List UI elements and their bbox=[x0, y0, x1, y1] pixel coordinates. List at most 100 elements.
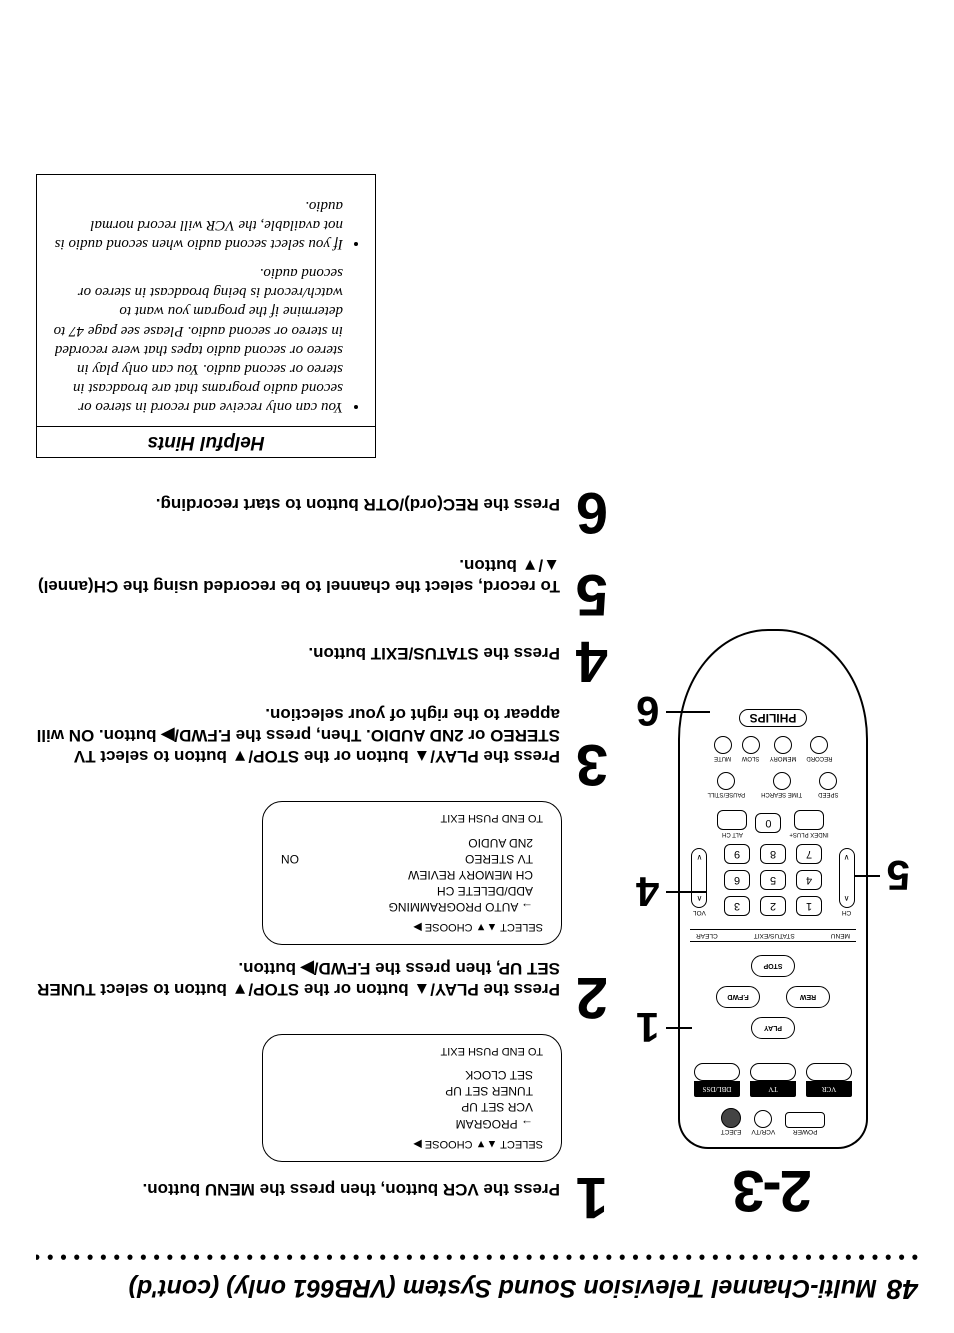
play-button: PLAY bbox=[751, 1017, 795, 1039]
label-slow: SLOW bbox=[742, 755, 760, 761]
tv-button bbox=[750, 1063, 796, 1081]
num-2: 2 bbox=[760, 896, 786, 916]
callout-5: 5 bbox=[887, 851, 910, 899]
label-clear: CLEAR bbox=[696, 932, 718, 939]
osd-item: SET CLOCK bbox=[281, 1067, 533, 1083]
osd-header: SELECT ▲▼ CHOOSE ▶ bbox=[281, 1138, 543, 1151]
label-power: POWER bbox=[793, 1128, 818, 1135]
label-vcr: VCR bbox=[806, 1081, 852, 1097]
chevron-up-icon: ∧ bbox=[696, 894, 702, 903]
divider-dotted: • • • • • • • • • • • • • • • • • • • • … bbox=[36, 1246, 918, 1267]
label-timesearch: TIME SEARCH bbox=[761, 791, 802, 797]
vcrtv-button bbox=[754, 1110, 772, 1128]
osd-menu-2: SELECT ▲▼ CHOOSE ▶ → AUTO PROGRAMMING AD… bbox=[262, 801, 562, 945]
num-5: 5 bbox=[760, 870, 786, 890]
label-tv: TV bbox=[750, 1081, 796, 1097]
osd-item: → AUTO PROGRAMMING bbox=[281, 899, 533, 915]
stop-button: STOP bbox=[751, 955, 795, 977]
chevron-down-icon: ∨ bbox=[844, 853, 850, 862]
osd-footer: TO END PUSH EXIT bbox=[281, 812, 543, 824]
osd-item: → PROGRAM bbox=[281, 1115, 533, 1131]
step-text: Press the PLAY/▲ button or the STOP/▼ bu… bbox=[36, 957, 560, 1000]
callout-4: 4 bbox=[636, 867, 659, 915]
step-4: 4 Press the STATUS/EXIT button. bbox=[36, 637, 608, 683]
content-columns: 2-3 POWER VCR/TV EJECT VCR TV DBL/DSS PL… bbox=[36, 174, 918, 1224]
step-6: 6 Press the REC(ord)/OTR button to start… bbox=[36, 488, 608, 534]
page-title: Multi-Channel Television Sound System (V… bbox=[129, 1273, 877, 1302]
step-text: Press the STATUS/EXIT button. bbox=[308, 642, 560, 663]
num-0: 0 bbox=[755, 814, 781, 834]
chevron-up-icon: ∧ bbox=[844, 894, 850, 903]
memory-button bbox=[774, 736, 792, 754]
hint-item: You can only receive and record in stere… bbox=[51, 263, 343, 417]
vcr-button bbox=[806, 1063, 852, 1081]
osd-item: TUNER SET UP bbox=[281, 1083, 533, 1099]
rew-button: REW bbox=[786, 986, 830, 1008]
helpful-hints-box: Helpful Hints You can only receive and r… bbox=[36, 174, 376, 458]
num-4: 4 bbox=[796, 870, 822, 890]
osd-item: 2ND AUDIO bbox=[468, 834, 533, 850]
callout-1: 1 bbox=[636, 1003, 659, 1051]
page-header: 48 Multi-Channel Television Sound System… bbox=[36, 1273, 918, 1305]
callout-6: 6 bbox=[636, 687, 659, 735]
step-text: Press the REC(ord)/OTR button to start r… bbox=[156, 494, 560, 515]
brand-logo: PHILIPS bbox=[739, 709, 808, 727]
step-2: 2 Press the PLAY/▲ button or the STOP/▼ … bbox=[36, 957, 608, 1020]
altch-button bbox=[717, 810, 747, 830]
label-pausestill: PAUSE/STILL bbox=[708, 791, 746, 797]
label-indexplus: INDEX PLUS+ bbox=[789, 831, 828, 837]
step-number: 4 bbox=[566, 637, 608, 683]
step-1: 1 Press the VCR button, then press the M… bbox=[36, 1174, 608, 1220]
hint-item: If you select second audio when second a… bbox=[51, 195, 343, 253]
keypad: 1 2 3 4 5 6 7 8 9 bbox=[724, 844, 822, 916]
label-speed: SPEED bbox=[818, 791, 838, 797]
page-number: 48 bbox=[887, 1273, 918, 1305]
hints-title: Helpful Hints bbox=[37, 426, 375, 457]
ffwd-button: F.FWD bbox=[716, 986, 760, 1008]
step-text: Press the VCR button, then press the MEN… bbox=[143, 1179, 560, 1200]
speed-button bbox=[819, 772, 837, 790]
label-dbldss: DBL/DSS bbox=[694, 1081, 740, 1097]
step-number: 3 bbox=[566, 741, 608, 787]
num-3: 3 bbox=[724, 896, 750, 916]
callout-big-2-3: 2-3 bbox=[734, 1157, 812, 1224]
eject-button bbox=[721, 1108, 741, 1128]
step-number: 5 bbox=[566, 571, 608, 617]
ch-rocker: ∧∨ bbox=[839, 848, 855, 908]
num-8: 8 bbox=[760, 844, 786, 864]
osd-item: CH MEMORY REVIEW bbox=[281, 867, 533, 883]
slow-button bbox=[742, 736, 760, 754]
num-6: 6 bbox=[724, 870, 750, 890]
osd-item: ADD/DELETE CH bbox=[281, 883, 533, 899]
step-text: Press the PLAY/▲ button or the STOP/▼ bu… bbox=[36, 704, 560, 768]
osd-footer: TO END PUSH EXIT bbox=[281, 1045, 543, 1057]
osd-header: SELECT ▲▼ CHOOSE ▶ bbox=[281, 921, 543, 934]
pausestill-button bbox=[717, 772, 735, 790]
label-eject: EJECT bbox=[721, 1128, 742, 1135]
record-button bbox=[810, 736, 828, 754]
label-altch: ALT CH bbox=[722, 831, 743, 837]
step-3: 3 Press the PLAY/▲ button or the STOP/▼ … bbox=[36, 704, 608, 788]
label-mute: MUTE bbox=[714, 755, 731, 761]
num-7: 7 bbox=[796, 844, 822, 864]
remote-diagram: POWER VCR/TV EJECT VCR TV DBL/DSS PLAY R… bbox=[678, 629, 868, 1149]
chevron-down-icon: ∨ bbox=[696, 853, 702, 862]
step-number: 1 bbox=[566, 1174, 608, 1220]
step-number: 2 bbox=[566, 973, 608, 1019]
step-5: 5 To record, select the channel to be re… bbox=[36, 555, 608, 618]
osd-item: TV STEREO bbox=[465, 851, 533, 867]
timesearch-button bbox=[773, 772, 791, 790]
label-memory: MEMORY bbox=[770, 755, 797, 761]
label-vcrtv: VCR/TV bbox=[751, 1128, 775, 1135]
label-vol: VOL bbox=[693, 909, 706, 916]
steps-column: 1 Press the VCR button, then press the M… bbox=[36, 174, 608, 1224]
remote-column: 2-3 POWER VCR/TV EJECT VCR TV DBL/DSS PL… bbox=[628, 629, 918, 1224]
label-ch: CH bbox=[842, 909, 851, 916]
vol-rocker: ∧∨ bbox=[691, 848, 707, 908]
label-statusexit: STATUS/EXIT bbox=[754, 932, 795, 939]
step-number: 6 bbox=[566, 488, 608, 534]
mute-button bbox=[714, 736, 732, 754]
osd-item: VCR SET UP bbox=[281, 1099, 533, 1115]
dbldss-button bbox=[694, 1063, 740, 1081]
label-menu: MENU bbox=[831, 932, 850, 939]
